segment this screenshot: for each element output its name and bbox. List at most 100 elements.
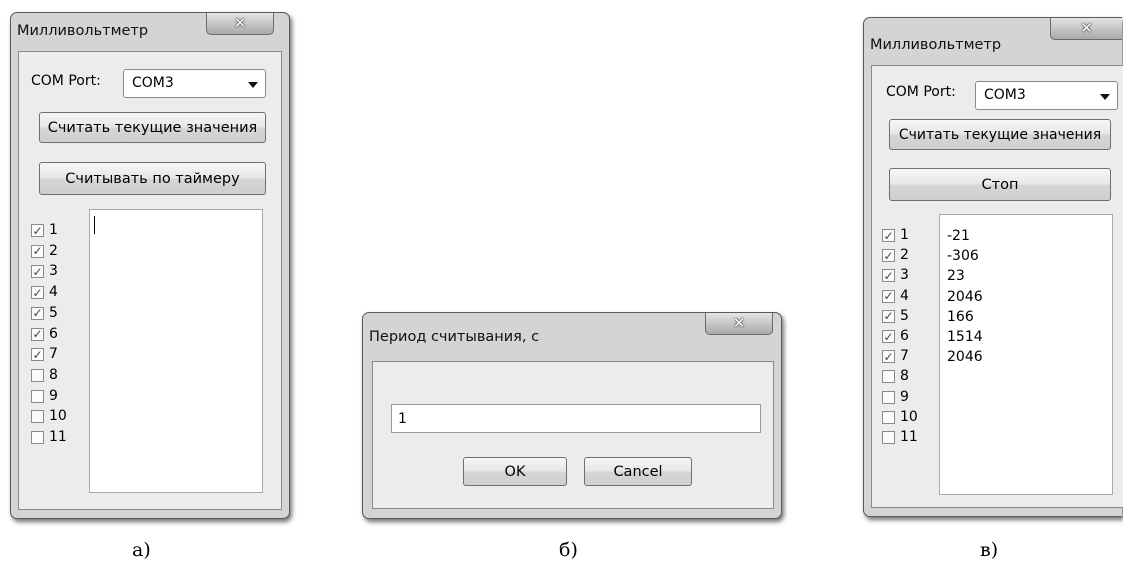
list-item: 1514 [947, 329, 983, 345]
window-title: Милливольтметр [17, 23, 149, 39]
com-port-value: COM3 [132, 75, 174, 91]
com-port-select[interactable]: COM3 [123, 69, 266, 98]
channel-checkbox[interactable] [31, 410, 44, 424]
millivoltmeter-window-a: Милливольтметр ✕ COM Port: COM3 Считать … [10, 12, 290, 519]
channel-label: 6 [900, 328, 909, 344]
read-period-dialog: Период считывания, с ✕ 1 OK Cancel [362, 312, 782, 519]
channel-checkbox[interactable]: ✓ [882, 289, 895, 304]
channel-checkbox[interactable]: ✓ [31, 264, 44, 279]
channel-checkbox[interactable]: ✓ [31, 244, 44, 259]
values-list[interactable]: -21 -306 23 2046 166 1514 2046 [939, 214, 1113, 495]
channel-label: 9 [900, 388, 909, 405]
caption-c: в) [980, 539, 999, 561]
list-item: -306 [947, 248, 979, 265]
channel-checkbox[interactable]: ✓ [882, 229, 895, 242]
close-button[interactable]: ✕ [206, 13, 274, 35]
channel-label: 7 [900, 348, 909, 365]
com-port-label: COM Port: [886, 84, 956, 100]
channel-checkbox[interactable] [882, 370, 895, 384]
channel-checkbox[interactable]: ✓ [882, 330, 895, 343]
close-button[interactable]: ✕ [1050, 18, 1122, 40]
list-item: 2046 [947, 349, 983, 366]
channel-checkbox[interactable]: ✓ [31, 327, 44, 341]
list-item: 23 [947, 268, 965, 285]
checkmark-icon: ✓ [32, 244, 43, 259]
com-port-label: COM Port: [31, 73, 101, 89]
list-item: 2046 [947, 288, 983, 305]
channel-checkbox[interactable] [31, 368, 44, 382]
channel-checkbox[interactable]: ✓ [31, 224, 44, 237]
com-port-value: COM3 [984, 87, 1026, 103]
stop-button[interactable]: Стоп [889, 168, 1111, 201]
channel-checkbox[interactable]: ✓ [882, 349, 895, 364]
channel-label: 5 [900, 307, 909, 324]
channel-label: 8 [900, 368, 909, 385]
dialog-title: Период считывания, с [369, 329, 540, 345]
channel-label: 7 [49, 346, 58, 363]
channel-label: 3 [900, 267, 909, 284]
checkmark-icon: ✓ [883, 268, 894, 283]
checkmark-icon: ✓ [32, 347, 43, 362]
client-area: COM Port: COM3 Считать текущие значения … [871, 65, 1123, 508]
channel-label: 8 [49, 366, 58, 383]
read-current-values-button[interactable]: Считать текущие значения [889, 119, 1111, 150]
close-icon: ✕ [1080, 19, 1093, 37]
caption-a: а) [132, 539, 151, 561]
channel-checkbox[interactable] [882, 390, 895, 404]
channel-checkbox[interactable]: ✓ [31, 285, 44, 300]
checkmark-icon: ✓ [883, 248, 894, 263]
channel-label: 11 [49, 429, 67, 445]
channel-checkbox[interactable]: ✓ [31, 347, 44, 362]
channel-label: 6 [49, 325, 58, 342]
checkmark-icon: ✓ [32, 264, 43, 279]
channel-label: 11 [900, 429, 918, 445]
window-title: Милливольтметр [870, 37, 1002, 53]
list-item: -21 [947, 228, 970, 244]
channel-checkbox[interactable]: ✓ [882, 268, 895, 283]
checkmark-icon: ✓ [883, 349, 894, 364]
channel-label: 4 [900, 287, 909, 304]
checkmark-icon: ✓ [32, 285, 43, 300]
channel-checkbox[interactable]: ✓ [882, 309, 895, 324]
client-area: COM Port: COM3 Считать текущие значения … [18, 51, 282, 510]
channel-label: 10 [900, 408, 918, 425]
channel-label: 5 [49, 304, 58, 321]
checkmark-icon: ✓ [883, 329, 894, 344]
channel-label: 4 [49, 284, 58, 301]
chevron-down-icon [248, 82, 258, 88]
channel-label: 1 [49, 222, 58, 238]
close-button[interactable]: ✕ [705, 313, 773, 335]
channel-checkbox[interactable] [882, 410, 895, 424]
channel-label: 2 [49, 242, 58, 259]
checkmark-icon: ✓ [883, 289, 894, 304]
read-current-values-button[interactable]: Считать текущие значения [39, 112, 266, 143]
channel-checkbox[interactable] [882, 431, 895, 444]
caption-b: б) [559, 539, 578, 561]
period-input[interactable]: 1 [391, 404, 761, 433]
client-area: 1 OK Cancel [372, 361, 774, 509]
values-list[interactable] [89, 209, 263, 493]
channel-checkbox[interactable] [31, 431, 44, 444]
channel-checkbox[interactable]: ✓ [882, 248, 895, 263]
text-caret [94, 216, 95, 234]
channel-label: 10 [49, 408, 67, 425]
checkmark-icon: ✓ [883, 228, 894, 243]
com-port-select[interactable]: COM3 [975, 81, 1118, 110]
close-icon: ✕ [233, 14, 247, 32]
period-input-value: 1 [398, 411, 407, 427]
checkmark-icon: ✓ [32, 223, 43, 238]
close-icon: ✕ [732, 314, 746, 332]
channel-checkbox[interactable]: ✓ [31, 306, 44, 320]
channel-label: 3 [49, 263, 58, 280]
millivoltmeter-window-c: Милливольтметр ✕ COM Port: COM3 Считать … [863, 17, 1123, 517]
list-item: 166 [947, 308, 974, 325]
checkmark-icon: ✓ [32, 327, 43, 341]
chevron-down-icon [1100, 94, 1110, 100]
channel-label: 2 [900, 247, 909, 264]
ok-button[interactable]: OK [463, 457, 567, 486]
channel-checkbox[interactable] [31, 389, 44, 403]
channel-label: 1 [900, 227, 909, 243]
cancel-button[interactable]: Cancel [584, 457, 692, 486]
read-by-timer-button[interactable]: Считывать по таймеру [39, 162, 266, 195]
checkmark-icon: ✓ [883, 309, 894, 324]
